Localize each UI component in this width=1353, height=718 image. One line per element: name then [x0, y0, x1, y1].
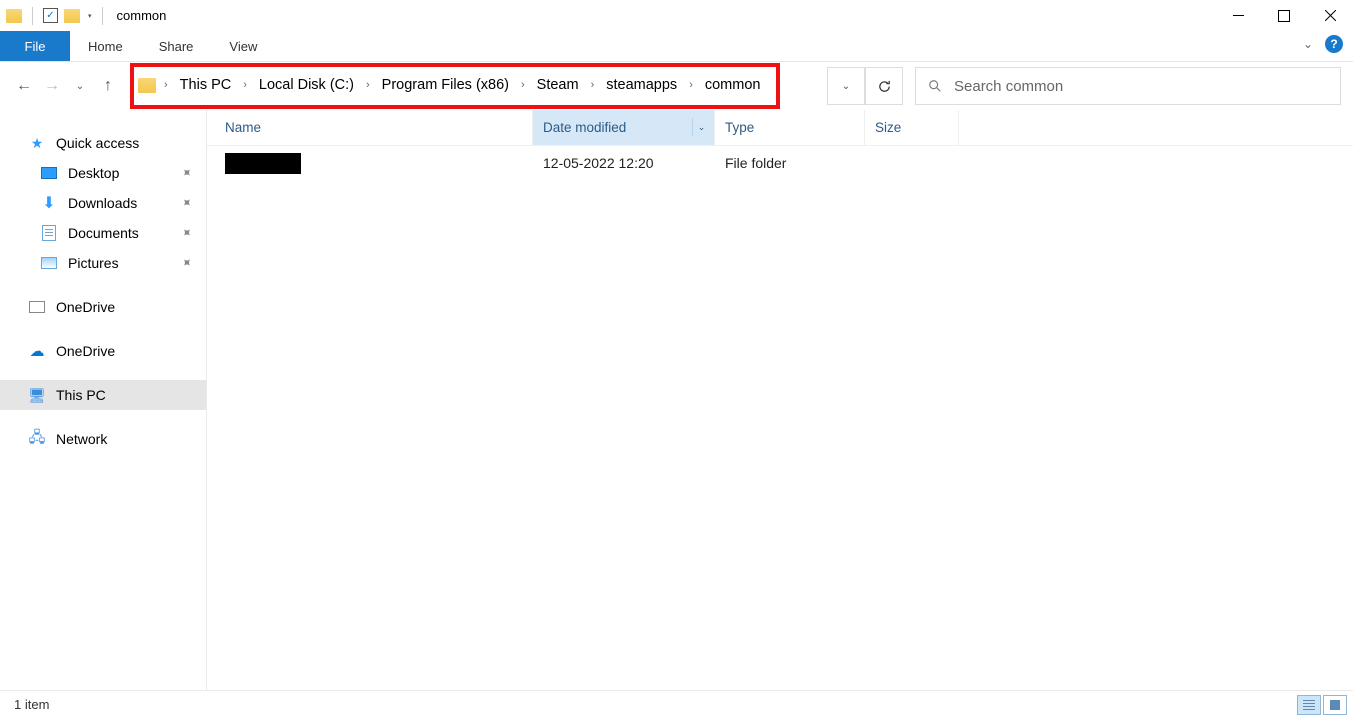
- file-tab[interactable]: File: [0, 31, 70, 61]
- tab-view[interactable]: View: [211, 31, 275, 61]
- maximize-button[interactable]: [1261, 0, 1307, 31]
- address-folder-icon: [138, 78, 156, 93]
- window-controls: [1215, 0, 1353, 31]
- search-input[interactable]: Search common: [915, 67, 1341, 105]
- file-row[interactable]: 12-05-2022 12:20 File folder: [207, 146, 1353, 180]
- sidebar-label: OneDrive: [56, 299, 115, 315]
- chevron-right-icon[interactable]: ›: [364, 79, 372, 91]
- ribbon-expand-icon[interactable]: ⌄: [1303, 37, 1313, 51]
- desktop-icon: [40, 165, 58, 181]
- document-icon: [40, 225, 58, 241]
- sidebar-network[interactable]: 🖧 Network: [0, 424, 206, 454]
- sidebar-label: This PC: [56, 387, 106, 403]
- chevron-right-icon[interactable]: ›: [589, 79, 597, 91]
- minimize-button[interactable]: [1215, 0, 1261, 31]
- address-bar[interactable]: › This PC › Local Disk (C:) › Program Fi…: [134, 67, 770, 103]
- qat-properties-icon[interactable]: ✓: [43, 8, 58, 23]
- star-icon: ★: [28, 135, 46, 151]
- navigation-pane: ★ Quick access Desktop ✦ ⬇ Downloads ✦ D…: [0, 110, 207, 690]
- column-name[interactable]: Name: [207, 110, 533, 145]
- app-folder-icon: [6, 9, 22, 23]
- window-title: common: [117, 8, 167, 23]
- sidebar-label: Documents: [68, 225, 139, 241]
- sidebar-label: Quick access: [56, 135, 139, 151]
- view-toggles: [1297, 695, 1347, 715]
- refresh-button[interactable]: [865, 67, 903, 105]
- column-type[interactable]: Type: [715, 110, 865, 145]
- close-button[interactable]: [1307, 0, 1353, 31]
- sidebar-this-pc[interactable]: 🖥 This PC: [0, 380, 206, 410]
- sidebar-label: Network: [56, 431, 107, 447]
- sidebar-label: Pictures: [68, 255, 119, 271]
- sidebar-item-downloads[interactable]: ⬇ Downloads ✦: [0, 188, 206, 218]
- pc-icon: 🖥: [28, 387, 46, 403]
- pin-icon: ✦: [177, 163, 196, 182]
- large-icons-view-button[interactable]: [1323, 695, 1347, 715]
- separator: [32, 7, 33, 25]
- crumb-program-files[interactable]: Program Files (x86): [376, 77, 515, 93]
- up-button[interactable]: ↑: [96, 74, 120, 98]
- column-headers: ˄ Name Date modified ⌄ Type Size: [207, 110, 1353, 146]
- status-bar: 1 item: [0, 690, 1353, 718]
- sidebar-item-desktop[interactable]: Desktop ✦: [0, 158, 206, 188]
- file-list: ˄ Name Date modified ⌄ Type Size 12-05-2…: [207, 110, 1353, 690]
- column-filter-dropdown[interactable]: ⌄: [692, 118, 710, 136]
- chevron-right-icon[interactable]: ›: [241, 79, 249, 91]
- column-size[interactable]: Size: [865, 110, 959, 145]
- body: ★ Quick access Desktop ✦ ⬇ Downloads ✦ D…: [0, 110, 1353, 690]
- cell-type: File folder: [715, 155, 865, 171]
- crumb-common[interactable]: common: [699, 77, 767, 93]
- status-item-count: 1 item: [14, 697, 49, 712]
- chevron-right-icon[interactable]: ›: [162, 79, 170, 91]
- forward-button[interactable]: →: [40, 74, 64, 98]
- address-history-dropdown[interactable]: ⌄: [827, 67, 865, 105]
- sidebar-quick-access[interactable]: ★ Quick access: [0, 128, 206, 158]
- column-date-modified[interactable]: Date modified ⌄: [533, 110, 715, 145]
- pin-icon: ✦: [177, 193, 196, 212]
- sidebar-onedrive-2[interactable]: ☁ OneDrive: [0, 336, 206, 366]
- help-icon[interactable]: ?: [1325, 35, 1343, 53]
- sidebar-onedrive-1[interactable]: OneDrive: [0, 292, 206, 322]
- title-bar: ✓ ▾ common: [0, 0, 1353, 31]
- cloud-icon: ☁: [28, 343, 46, 359]
- chevron-right-icon[interactable]: ›: [687, 79, 695, 91]
- back-button[interactable]: ←: [12, 74, 36, 98]
- cell-name: [207, 153, 533, 174]
- separator: [102, 7, 103, 25]
- qat-newfolder-icon[interactable]: [64, 9, 80, 23]
- search-placeholder: Search common: [954, 78, 1063, 95]
- pin-icon: ✦: [177, 223, 196, 242]
- crumb-steamapps[interactable]: steamapps: [600, 77, 683, 93]
- redacted-name: [225, 153, 301, 174]
- sidebar-label: OneDrive: [56, 343, 115, 359]
- search-icon: [928, 79, 942, 93]
- address-bar-highlight: › This PC › Local Disk (C:) › Program Fi…: [130, 63, 780, 109]
- navigation-row: ← → ⌄ ↑ › This PC › Local Disk (C:) › Pr…: [0, 62, 1353, 110]
- onedrive-icon: [28, 299, 46, 315]
- crumb-local-disk[interactable]: Local Disk (C:): [253, 77, 360, 93]
- quick-access-toolbar: ✓ ▾: [6, 7, 107, 25]
- tab-share[interactable]: Share: [141, 31, 212, 61]
- crumb-steam[interactable]: Steam: [531, 77, 585, 93]
- tab-home[interactable]: Home: [70, 31, 141, 61]
- crumb-this-pc[interactable]: This PC: [174, 77, 238, 93]
- details-view-button[interactable]: [1297, 695, 1321, 715]
- recent-dropdown-icon[interactable]: ⌄: [68, 74, 92, 98]
- chevron-right-icon[interactable]: ›: [519, 79, 527, 91]
- network-icon: 🖧: [28, 431, 46, 447]
- sidebar-item-documents[interactable]: Documents ✦: [0, 218, 206, 248]
- sidebar-label: Downloads: [68, 195, 137, 211]
- sidebar-label: Desktop: [68, 165, 119, 181]
- sidebar-item-pictures[interactable]: Pictures ✦: [0, 248, 206, 278]
- qat-dropdown-icon[interactable]: ▾: [88, 12, 92, 20]
- ribbon-tabs: File Home Share View ⌄ ?: [0, 31, 1353, 62]
- download-icon: ⬇: [40, 195, 58, 211]
- pictures-icon: [40, 255, 58, 271]
- pin-icon: ✦: [177, 253, 196, 272]
- cell-date: 12-05-2022 12:20: [533, 155, 715, 171]
